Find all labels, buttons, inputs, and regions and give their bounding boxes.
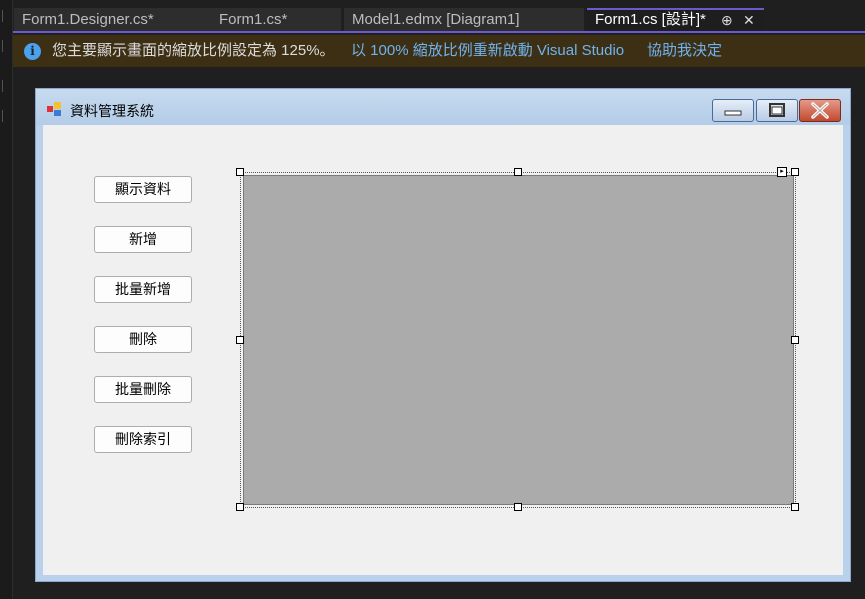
- maximize-button[interactable]: [756, 99, 798, 122]
- data-grid-view[interactable]: [243, 175, 794, 505]
- resize-handle-top-left[interactable]: [236, 168, 244, 176]
- resize-handle-bottom-right[interactable]: [791, 503, 799, 511]
- form-title: 資料管理系統: [70, 103, 154, 119]
- close-icon[interactable]: ✕: [743, 10, 755, 30]
- batch-add-button[interactable]: 批量新增: [94, 276, 192, 303]
- maximize-icon: [769, 103, 785, 117]
- tab-form1-design[interactable]: Form1.cs [設計]* ⊕ ✕: [587, 8, 764, 31]
- document-tab-bar: Form1.Designer.cs* Form1.cs* Model1.edmx…: [13, 0, 865, 33]
- info-bar: i 您主要顯示畫面的縮放比例設定為 125%。 以 100% 縮放比例重新啟動 …: [13, 35, 865, 67]
- minimize-button[interactable]: [712, 99, 754, 122]
- tab-label: Form1.cs*: [219, 11, 288, 28]
- tab-label: Model1.edmx [Diagram1]: [352, 11, 520, 28]
- resize-handle-top-right[interactable]: [791, 168, 799, 176]
- smart-tag-arrow-icon[interactable]: ▸: [777, 167, 787, 177]
- tab-model1-edmx[interactable]: Model1.edmx [Diagram1]: [344, 8, 584, 31]
- resize-handle-top-mid[interactable]: [514, 168, 522, 176]
- form-title-bar: 資料管理系統: [36, 89, 850, 125]
- restart-link[interactable]: 以 100% 縮放比例重新啟動 Visual Studio: [351, 35, 624, 67]
- tab-form1-cs[interactable]: Form1.cs*: [211, 8, 341, 31]
- info-message: 您主要顯示畫面的縮放比例設定為 125%。: [52, 42, 335, 59]
- close-icon: [811, 102, 829, 119]
- batch-delete-button[interactable]: 批量刪除: [94, 376, 192, 403]
- resize-handle-bottom-left[interactable]: [236, 503, 244, 511]
- show-data-button[interactable]: 顯示資料: [94, 176, 192, 203]
- info-icon: i: [24, 43, 41, 60]
- tab-label: Form1.Designer.cs*: [22, 11, 154, 28]
- resize-handle-mid-left[interactable]: [236, 336, 244, 344]
- delete-button[interactable]: 刪除: [94, 326, 192, 353]
- delete-index-button[interactable]: 刪除索引: [94, 426, 192, 453]
- left-tool-strip: [0, 0, 13, 599]
- tab-form1-designer[interactable]: Form1.Designer.cs*: [14, 8, 211, 31]
- tab-label: Form1.cs [設計]*: [595, 11, 706, 28]
- app-icon: [47, 102, 61, 116]
- minimize-icon: [724, 110, 742, 116]
- resize-handle-bottom-mid[interactable]: [514, 503, 522, 511]
- pin-icon[interactable]: ⊕: [721, 10, 733, 30]
- add-button[interactable]: 新增: [94, 226, 192, 253]
- help-decide-link[interactable]: 協助我決定: [647, 35, 722, 67]
- resize-handle-mid-right[interactable]: [791, 336, 799, 344]
- close-button[interactable]: [799, 99, 841, 122]
